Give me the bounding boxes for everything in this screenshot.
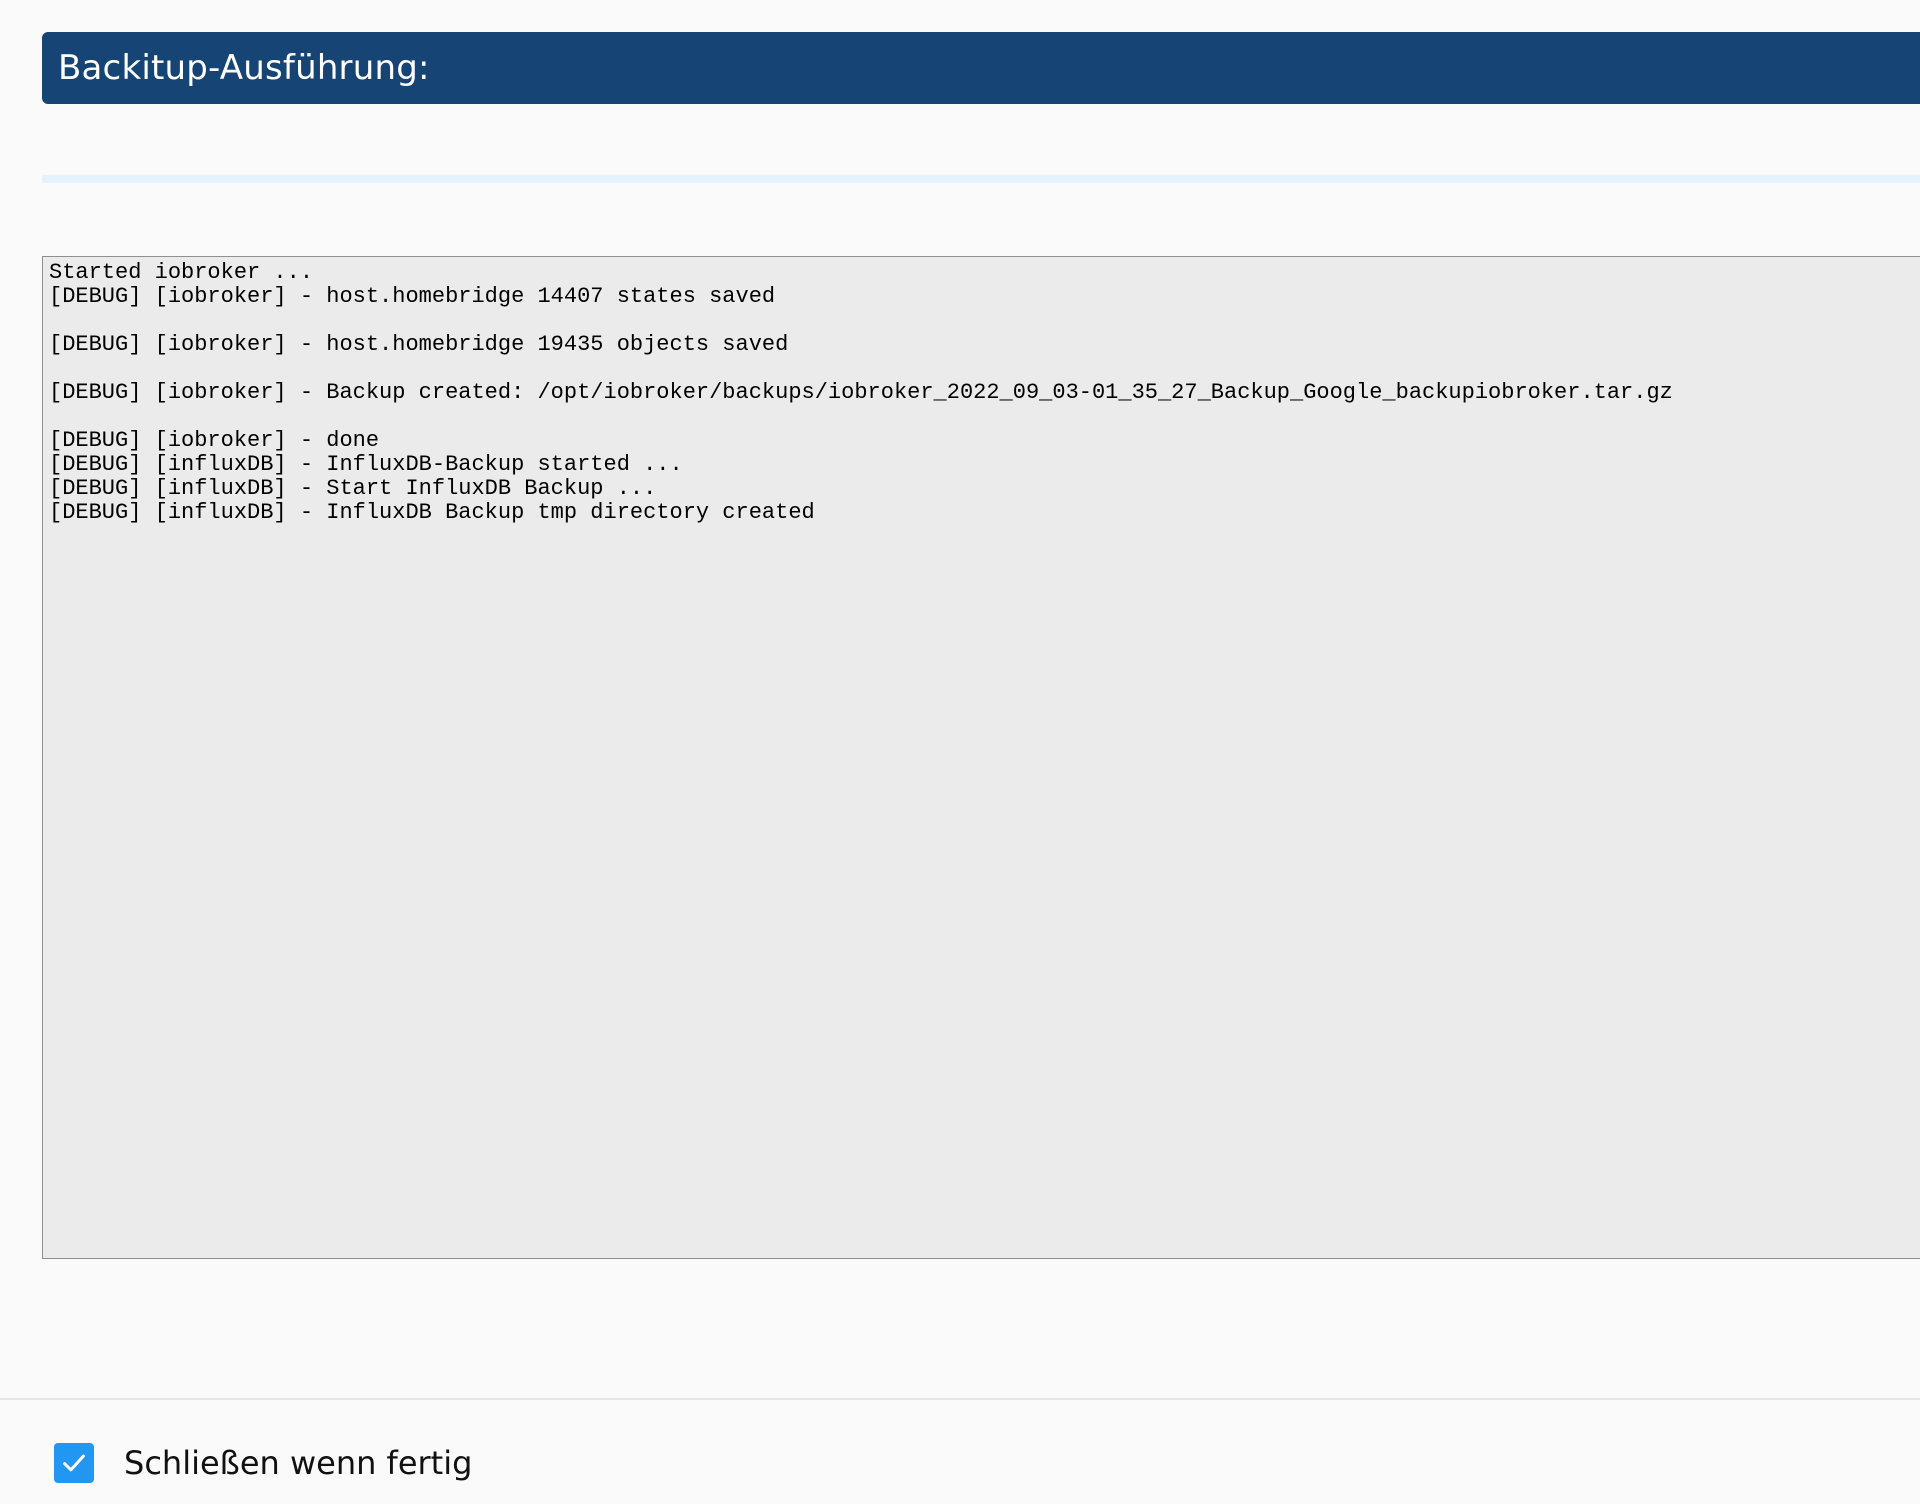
footer-divider (0, 1398, 1920, 1400)
log-output[interactable]: Started iobroker ... [DEBUG] [iobroker] … (42, 256, 1920, 1259)
close-when-done-label: Schließen wenn fertig (124, 1444, 473, 1482)
checkmark-icon (63, 1454, 85, 1472)
close-when-done-checkbox[interactable] (54, 1443, 94, 1483)
dialog-title: Backitup-Ausführung: (58, 48, 430, 88)
close-when-done-option[interactable]: Schließen wenn fertig (54, 1439, 472, 1487)
dialog-header: Backitup-Ausführung: (42, 32, 1920, 104)
progress-bar (42, 175, 1920, 183)
backitup-dialog: Backitup-Ausführung: Started iobroker ..… (0, 0, 1920, 1504)
